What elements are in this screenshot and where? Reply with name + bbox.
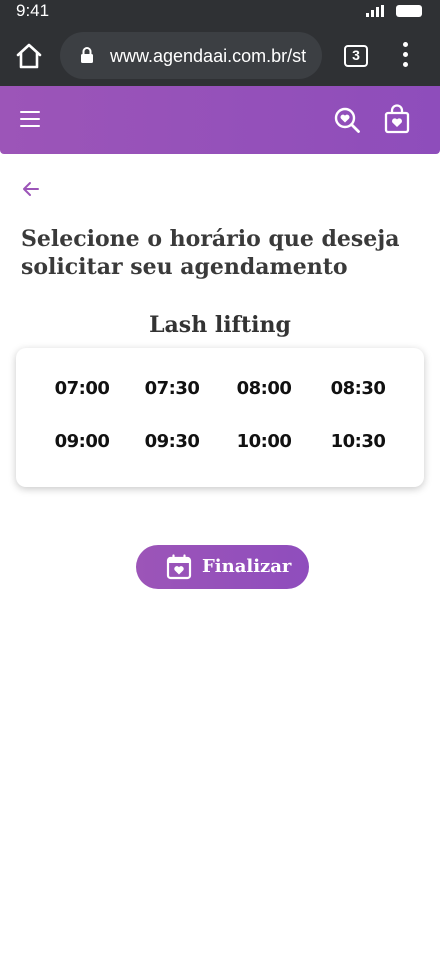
time-slot-0930[interactable]: 09:30: [132, 425, 212, 459]
home-icon[interactable]: [14, 42, 44, 70]
signal-icon: [366, 5, 386, 17]
browser-menu-icon[interactable]: [402, 42, 410, 68]
address-bar[interactable]: www.agendaai.com.br/st: [60, 32, 322, 79]
time-slot-1000[interactable]: 10:00: [224, 425, 304, 459]
arrow-left-icon[interactable]: [20, 178, 42, 200]
tab-switcher-button[interactable]: 3: [344, 45, 368, 67]
time-slot-0730[interactable]: 07:30: [132, 372, 212, 406]
time-slot-0800[interactable]: 08:00: [224, 372, 304, 406]
status-time: 9:41: [16, 1, 50, 20]
page-title: Selecione o horário que deseja solicitar…: [21, 226, 400, 280]
time-slot-1030[interactable]: 10:30: [318, 425, 398, 459]
calendar-heart-icon: [166, 554, 192, 580]
hamburger-icon[interactable]: [20, 110, 40, 128]
time-slot-0700[interactable]: 07:00: [42, 372, 122, 406]
time-slot-0830[interactable]: 08:30: [318, 372, 398, 406]
app-header: [0, 86, 440, 154]
time-slots-card: 07:00 07:30 08:00 08:30 09:00 09:30 10:0…: [16, 348, 424, 487]
search-heart-icon[interactable]: [333, 106, 361, 134]
status-bar: 9:41: [0, 0, 440, 24]
shopping-bag-heart-icon[interactable]: [383, 104, 411, 134]
service-name: Lash lifting: [149, 312, 291, 338]
battery-icon: [396, 5, 422, 17]
time-slot-0900[interactable]: 09:00: [42, 425, 122, 459]
finalize-button[interactable]: Finalizar: [136, 545, 309, 589]
browser-toolbar: www.agendaai.com.br/st 3: [0, 24, 440, 86]
lock-icon: [80, 46, 94, 64]
finalize-label: Finalizar: [202, 556, 292, 577]
url-text[interactable]: www.agendaai.com.br/st: [110, 45, 320, 67]
